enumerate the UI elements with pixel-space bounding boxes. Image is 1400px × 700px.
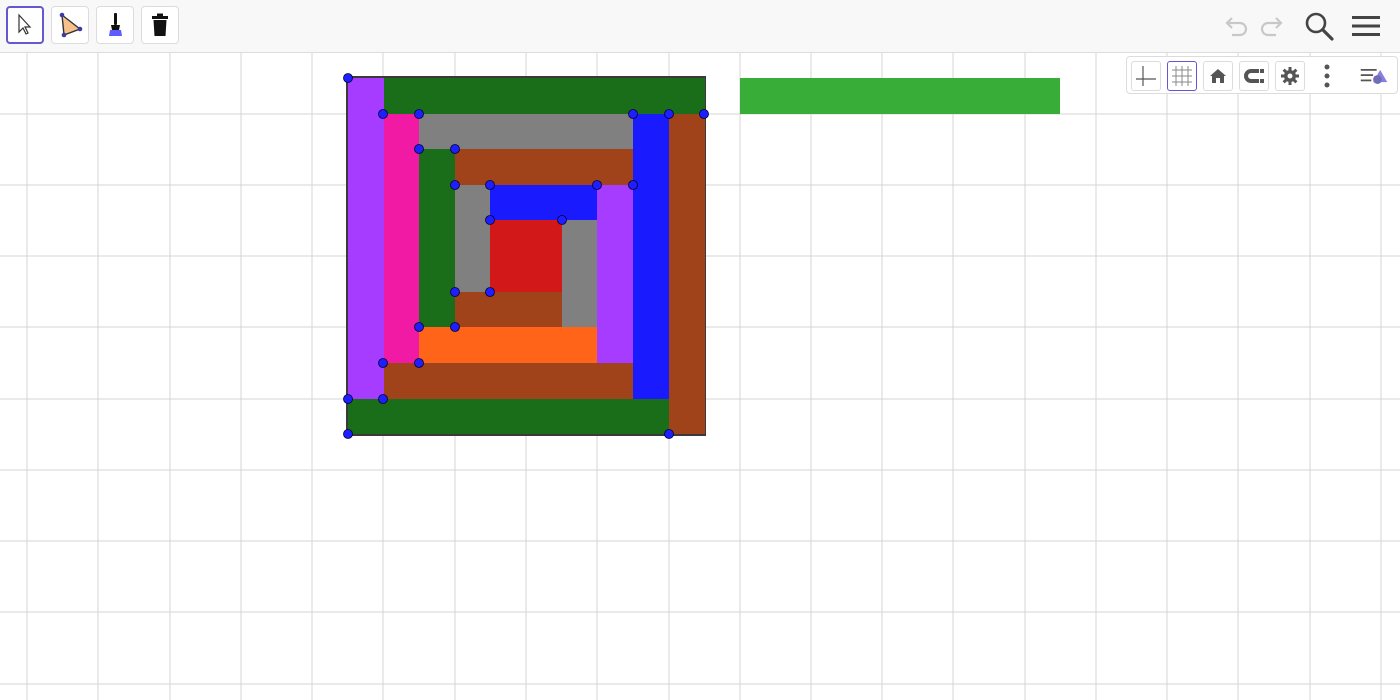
- point[interactable]: [378, 394, 388, 404]
- more-vertical-icon: [1324, 64, 1330, 88]
- style-bar-toggle-icon: [1360, 68, 1388, 84]
- main-menu-button[interactable]: [1349, 8, 1383, 44]
- point[interactable]: [664, 429, 674, 439]
- point[interactable]: [699, 109, 709, 119]
- red-center-square[interactable]: [490, 220, 562, 292]
- point[interactable]: [485, 215, 495, 225]
- settings-button[interactable]: [1275, 61, 1305, 91]
- point-capturing-button[interactable]: [1239, 61, 1269, 91]
- point[interactable]: [450, 180, 460, 190]
- point[interactable]: [450, 287, 460, 297]
- search-icon: [1305, 12, 1334, 41]
- brown-strip-center[interactable]: [455, 292, 562, 327]
- trash-icon: [152, 13, 168, 36]
- gray-strip-top[interactable]: [419, 114, 633, 149]
- gray-strip-inner[interactable]: [455, 185, 490, 292]
- brown-strip-right[interactable]: [669, 114, 705, 434]
- arrow-cursor-icon: [18, 13, 32, 35]
- graphics-view[interactable]: [0, 53, 1400, 700]
- point[interactable]: [343, 73, 353, 83]
- polygon-tool-button[interactable]: [51, 6, 89, 44]
- point[interactable]: [378, 358, 388, 368]
- point[interactable]: [628, 180, 638, 190]
- orange-strip[interactable]: [419, 327, 597, 363]
- style-bar-toggle-button[interactable]: [1359, 61, 1389, 91]
- point[interactable]: [450, 322, 460, 332]
- point[interactable]: [343, 394, 353, 404]
- more-options-button[interactable]: [1312, 61, 1342, 91]
- purple-strip-left[interactable]: [348, 78, 384, 399]
- style-bar: [1126, 56, 1398, 94]
- green-strip-bottom[interactable]: [348, 399, 669, 434]
- brown-strip-bottom[interactable]: [384, 363, 633, 399]
- point[interactable]: [343, 429, 353, 439]
- undo-button[interactable]: [1218, 8, 1252, 44]
- point[interactable]: [414, 358, 424, 368]
- blue-strip-right[interactable]: [633, 114, 669, 399]
- toolbar: [0, 0, 1400, 53]
- grid-icon: [1172, 66, 1192, 86]
- purple-strip-inner[interactable]: [597, 185, 633, 363]
- magnet-icon: [1244, 69, 1264, 83]
- square-spiral[interactable]: [346, 76, 706, 436]
- style-painter-tool-button[interactable]: [96, 6, 134, 44]
- paintbrush-icon: [109, 13, 122, 36]
- point[interactable]: [592, 180, 602, 190]
- delete-tool-button[interactable]: [141, 6, 179, 44]
- point[interactable]: [628, 109, 638, 119]
- magenta-strip[interactable]: [384, 114, 419, 363]
- polygon-icon: [59, 12, 83, 38]
- blue-strip-inner[interactable]: [490, 185, 597, 220]
- point[interactable]: [557, 215, 567, 225]
- toggle-grid-button[interactable]: [1167, 61, 1197, 91]
- menu-icon: [1352, 16, 1380, 36]
- toggle-axes-button[interactable]: [1131, 61, 1161, 91]
- point[interactable]: [450, 144, 460, 154]
- point[interactable]: [485, 180, 495, 190]
- point[interactable]: [414, 144, 424, 154]
- graphics-canvas[interactable]: [0, 53, 1400, 700]
- green-strip-inner[interactable]: [419, 149, 455, 327]
- green-strip-top[interactable]: [384, 78, 705, 114]
- undo-icon: [1225, 17, 1248, 37]
- point[interactable]: [414, 109, 424, 119]
- point[interactable]: [485, 287, 495, 297]
- move-tool-button[interactable]: [6, 6, 44, 44]
- search-button[interactable]: [1302, 8, 1336, 44]
- green-bar[interactable]: [740, 78, 1060, 114]
- brown-strip-inner[interactable]: [455, 149, 633, 185]
- home-icon: [1210, 69, 1226, 83]
- standard-view-button[interactable]: [1203, 61, 1233, 91]
- gray-strip-inner-right[interactable]: [562, 220, 597, 327]
- axes-icon: [1136, 66, 1156, 86]
- point[interactable]: [664, 109, 674, 119]
- point[interactable]: [378, 109, 388, 119]
- redo-icon: [1260, 17, 1283, 37]
- gear-icon: [1281, 67, 1299, 85]
- point[interactable]: [414, 322, 424, 332]
- redo-button[interactable]: [1256, 8, 1290, 44]
